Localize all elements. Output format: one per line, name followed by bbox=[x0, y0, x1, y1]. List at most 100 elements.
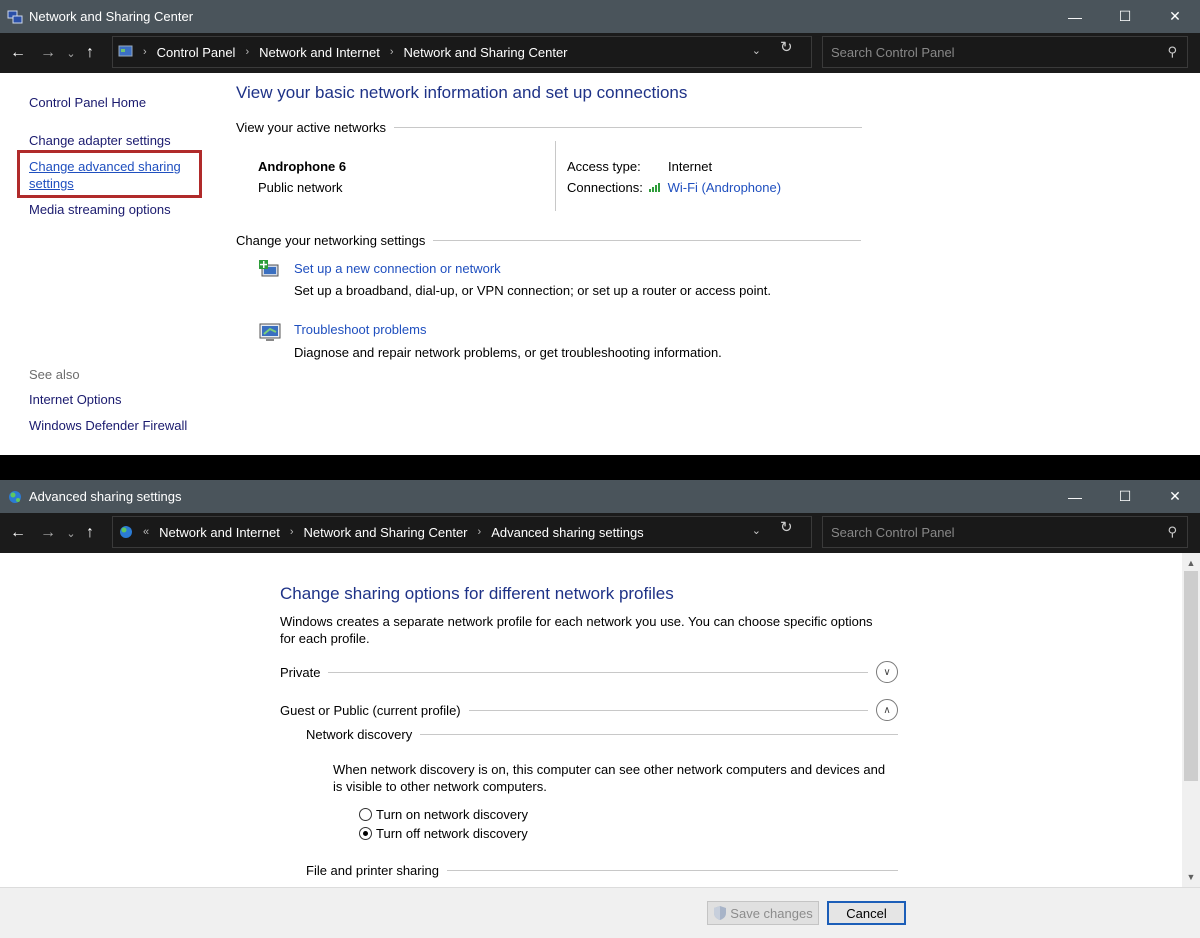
active-networks-section: View your active networks bbox=[236, 120, 863, 135]
network-discovery-label: Network discovery bbox=[306, 727, 413, 742]
navigation-bar: ← → ⌄ ↑ › Control Panel › Network and In… bbox=[0, 33, 1200, 73]
search-input[interactable]: Search Control Panel ⚲ bbox=[822, 36, 1188, 68]
radio-button[interactable] bbox=[359, 808, 372, 821]
up-arrow-icon[interactable]: ↑ bbox=[79, 518, 101, 548]
chevron-right-icon: › bbox=[289, 526, 294, 538]
connection-link[interactable]: Wi-Fi (Androphone) bbox=[648, 180, 781, 195]
change-advanced-sharing-link[interactable]: Change advanced sharing bbox=[29, 159, 181, 174]
connections-label: Connections: bbox=[567, 180, 643, 195]
scroll-up-arrow-icon[interactable]: ▲ bbox=[1182, 555, 1200, 571]
search-placeholder: Search Control Panel bbox=[831, 524, 955, 540]
chevron-right-icon: › bbox=[245, 46, 250, 58]
search-icon[interactable]: ⚲ bbox=[1167, 44, 1177, 60]
profile-private[interactable]: Private ∨ bbox=[280, 661, 898, 683]
change-adapter-settings-link[interactable]: Change adapter settings bbox=[29, 133, 171, 148]
chevron-down-icon[interactable]: ⌄ bbox=[752, 44, 761, 57]
network-discovery-section: Network discovery bbox=[306, 727, 898, 742]
recent-dropdown-icon[interactable]: ⌄ bbox=[63, 518, 79, 548]
overflow-chevron-icon[interactable]: « bbox=[143, 526, 149, 538]
back-arrow-icon[interactable]: ← bbox=[3, 38, 33, 68]
scrollbar-thumb[interactable] bbox=[1184, 571, 1198, 781]
see-also-label: See also bbox=[29, 367, 80, 382]
minimize-button[interactable]: — bbox=[1050, 0, 1100, 33]
forward-arrow-icon[interactable]: → bbox=[33, 38, 63, 68]
divider bbox=[394, 127, 863, 128]
forward-arrow-icon[interactable]: → bbox=[33, 518, 63, 548]
maximize-button[interactable]: ☐ bbox=[1100, 480, 1150, 513]
radio-turn-off-discovery[interactable]: Turn off network discovery bbox=[359, 826, 528, 841]
radio-turn-on-discovery[interactable]: Turn on network discovery bbox=[359, 807, 528, 822]
close-button[interactable]: ✕ bbox=[1150, 0, 1200, 33]
main-content: Control Panel Home Change adapter settin… bbox=[0, 73, 1200, 455]
maximize-button[interactable]: ☐ bbox=[1100, 0, 1150, 33]
scroll-down-arrow-icon[interactable]: ▼ bbox=[1182, 869, 1200, 885]
divider bbox=[420, 734, 898, 735]
divider bbox=[446, 870, 898, 871]
network-globe-icon bbox=[9, 490, 21, 503]
access-type-value: Internet bbox=[668, 159, 713, 174]
setup-connection-desc: Set up a broadband, dial-up, or VPN conn… bbox=[294, 283, 771, 298]
network-name: Androphone 6 bbox=[258, 159, 347, 174]
search-input[interactable]: Search Control Panel ⚲ bbox=[822, 516, 1188, 548]
change-settings-label: Change your networking settings bbox=[236, 233, 426, 248]
divider bbox=[468, 709, 868, 711]
breadcrumb-network-sharing-center[interactable]: Network and Sharing Center bbox=[303, 525, 467, 540]
radio-label[interactable]: Turn on network discovery bbox=[376, 807, 528, 822]
close-button[interactable]: ✕ bbox=[1150, 480, 1200, 513]
change-settings-section: Change your networking settings bbox=[236, 233, 862, 248]
troubleshoot-problems-link[interactable]: Troubleshoot problems bbox=[294, 322, 426, 337]
access-type-label: Access type: bbox=[567, 159, 641, 174]
active-networks-label: View your active networks bbox=[236, 120, 387, 135]
internet-options-link[interactable]: Internet Options bbox=[29, 392, 122, 407]
radio-button-selected[interactable] bbox=[359, 827, 372, 840]
windows-defender-firewall-link[interactable]: Windows Defender Firewall bbox=[29, 418, 187, 433]
breadcrumb-advanced-sharing[interactable]: Advanced sharing settings bbox=[491, 525, 643, 540]
cancel-button[interactable]: Cancel bbox=[827, 901, 906, 925]
divider bbox=[328, 671, 868, 673]
minimize-button[interactable]: — bbox=[1050, 480, 1100, 513]
back-arrow-icon[interactable]: ← bbox=[3, 518, 33, 548]
breadcrumb-network-sharing-center[interactable]: Network and Sharing Center bbox=[403, 45, 567, 60]
troubleshoot-problems-desc: Diagnose and repair network problems, or… bbox=[294, 345, 722, 360]
address-bar[interactable]: « Network and Internet › Network and Sha… bbox=[112, 516, 812, 548]
media-streaming-options-link[interactable]: Media streaming options bbox=[29, 202, 171, 217]
file-printer-sharing-label: File and printer sharing bbox=[306, 863, 439, 878]
control-panel-icon bbox=[118, 45, 133, 57]
profile-guest-public[interactable]: Guest or Public (current profile) ∧ bbox=[280, 699, 898, 721]
page-description: Windows creates a separate network profi… bbox=[280, 614, 873, 646]
chevron-down-icon[interactable]: ⌄ bbox=[752, 524, 761, 537]
chevron-right-icon: › bbox=[143, 46, 147, 58]
profile-guest-public-label: Guest or Public (current profile) bbox=[280, 702, 461, 718]
radio-label[interactable]: Turn off network discovery bbox=[376, 826, 528, 841]
network-type: Public network bbox=[258, 180, 343, 195]
title-bar: Network and Sharing Center — ☐ ✕ bbox=[0, 0, 1200, 33]
uac-shield-icon bbox=[714, 906, 727, 920]
expand-chevron-down-icon[interactable]: ∨ bbox=[876, 661, 898, 683]
address-bar[interactable]: › Control Panel › Network and Internet ›… bbox=[112, 36, 812, 68]
breadcrumb-control-panel[interactable]: Control Panel bbox=[157, 45, 236, 60]
setup-connection-link[interactable]: Set up a new connection or network bbox=[294, 261, 501, 276]
refresh-icon[interactable]: ↻ bbox=[780, 518, 793, 536]
advanced-sharing-settings-window: Advanced sharing settings — ☐ ✕ ← → ⌄ ↑ … bbox=[0, 480, 1200, 938]
network-sharing-center-window: Network and Sharing Center — ☐ ✕ ← → ⌄ ↑… bbox=[0, 0, 1200, 455]
divider bbox=[433, 240, 862, 241]
wifi-connection-link[interactable]: Wi-Fi (Androphone) bbox=[668, 180, 781, 195]
vertical-scrollbar[interactable]: ▲ ▼ bbox=[1182, 553, 1200, 887]
change-advanced-sharing-link-line2[interactable]: settings bbox=[29, 176, 74, 191]
title-bar: Advanced sharing settings — ☐ ✕ bbox=[0, 480, 1200, 513]
window-title: Network and Sharing Center bbox=[29, 9, 194, 24]
refresh-icon[interactable]: ↻ bbox=[780, 38, 793, 56]
network-center-icon bbox=[7, 10, 23, 23]
new-connection-icon bbox=[259, 260, 279, 277]
breadcrumb-network-internet[interactable]: Network and Internet bbox=[159, 525, 280, 540]
collapse-chevron-up-icon[interactable]: ∧ bbox=[876, 699, 898, 721]
page-title: View your basic network information and … bbox=[236, 83, 688, 102]
save-changes-button[interactable]: Save changes bbox=[707, 901, 819, 925]
search-icon[interactable]: ⚲ bbox=[1167, 524, 1177, 540]
control-panel-home-link[interactable]: Control Panel Home bbox=[29, 95, 146, 110]
breadcrumb-network-internet[interactable]: Network and Internet bbox=[259, 45, 380, 60]
save-changes-label: Save changes bbox=[730, 905, 813, 921]
recent-dropdown-icon[interactable]: ⌄ bbox=[63, 38, 79, 68]
up-arrow-icon[interactable]: ↑ bbox=[79, 38, 101, 68]
wifi-signal-icon bbox=[649, 183, 660, 192]
